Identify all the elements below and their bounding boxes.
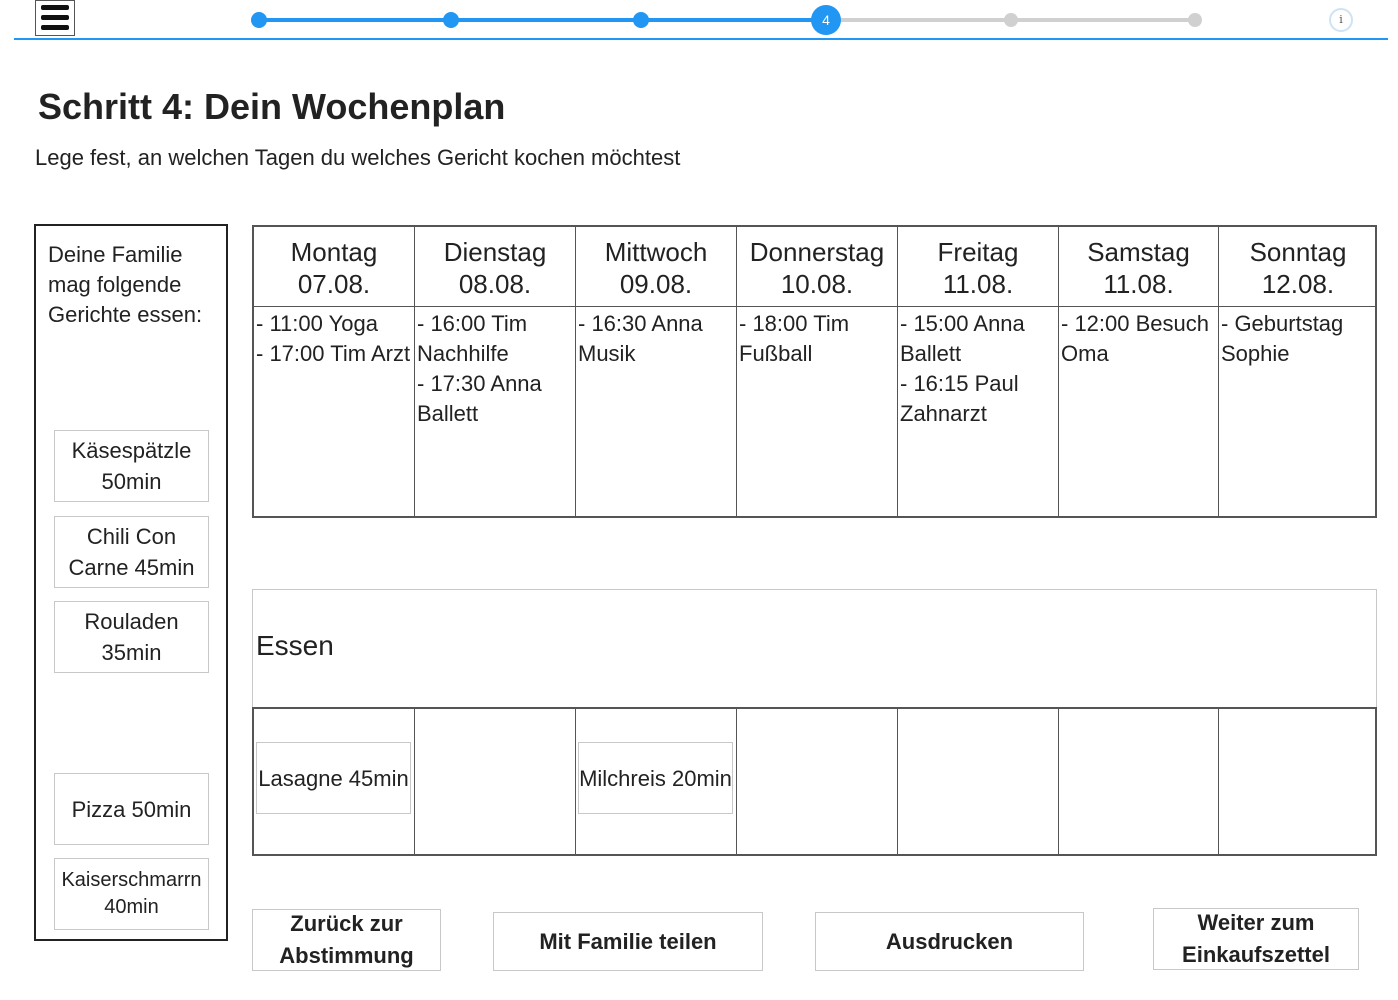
print-button[interactable]: Ausdrucken <box>815 912 1084 971</box>
day-column: Mittwoch 09.08. - 16:30 Anna Musik <box>576 227 737 516</box>
event-item: - 16:30 Anna Musik <box>578 311 703 366</box>
step-dot-3[interactable] <box>633 12 649 28</box>
step-progress: 4 <box>0 0 1398 42</box>
event-item: - 17:00 Tim Arzt <box>256 341 411 366</box>
next-button[interactable]: Weiter zum Einkaufszettel <box>1153 908 1359 970</box>
step-dot-2[interactable] <box>443 12 459 28</box>
day-column: Dienstag 08.08. - 16:00 Tim Nachhilfe - 17:… <box>415 227 576 516</box>
dish-card[interactable]: Chili Con Carne 45min <box>54 516 209 588</box>
day-name: Montag <box>290 237 378 267</box>
event-item: - 15:00 Anna Ballett <box>900 311 1025 366</box>
back-button[interactable]: Zurück zur Abstimmung <box>252 909 441 971</box>
day-name: Dienstag <box>443 237 547 267</box>
day-name: Donnerstag <box>749 237 885 267</box>
day-header: Montag 07.08. <box>254 227 414 307</box>
day-events: - 16:00 Tim Nachhilfe - 17:30 Anna Ballet… <box>417 309 575 429</box>
step-dot-6[interactable] <box>1188 13 1202 27</box>
meal-slot[interactable] <box>737 709 898 854</box>
day-events: - 12:00 Besuch Oma <box>1061 309 1218 369</box>
week-calendar: Montag 07.08. - 11:00 Yoga - 17:00 Tim Arzt… <box>252 225 1377 518</box>
family-dishes-panel: Deine Familie mag folgende Gerichte esse… <box>34 224 228 941</box>
share-button[interactable]: Mit Familie teilen <box>493 912 763 971</box>
event-item: - 18:00 Tim Fußball <box>739 311 850 366</box>
day-date: 08.08. <box>458 269 532 299</box>
dish-card[interactable]: Käsespätzle 50min <box>54 430 209 502</box>
dish-card[interactable]: Rouladen 35min <box>54 601 209 673</box>
day-date: 12.08. <box>1261 269 1335 299</box>
day-events: - 15:00 Anna Ballett - 16:15 Paul Zahnarz… <box>900 309 1058 429</box>
header-divider <box>14 38 1388 40</box>
day-header: Freitag 11.08. <box>898 227 1058 307</box>
day-column: Freitag 11.08. - 15:00 Anna Ballett - 16:15… <box>898 227 1059 516</box>
dish-card[interactable]: Kaiserschmarrn 40min <box>54 858 209 930</box>
day-header: Donnerstag 10.08. <box>737 227 897 307</box>
day-header: Sonntag 12.08. <box>1219 227 1377 307</box>
day-date: 11.08. <box>1103 269 1174 299</box>
step-dot-5[interactable] <box>1004 13 1018 27</box>
day-events: - 11:00 Yoga - 17:00 Tim Arzt <box>256 309 414 369</box>
day-events: - Geburtstag Sophie <box>1221 309 1377 369</box>
day-header: Mittwoch 09.08. <box>576 227 736 307</box>
meal-slot[interactable]: Milchreis 20min <box>576 709 737 854</box>
day-name: Sonntag <box>1249 237 1347 267</box>
day-events: - 18:00 Tim Fußball <box>739 309 897 369</box>
progress-completed-track <box>259 18 826 22</box>
day-name: Freitag <box>937 237 1019 267</box>
day-name: Samstag <box>1087 237 1190 267</box>
meal-slot[interactable]: Lasagne 45min <box>254 709 415 854</box>
dish-card[interactable]: Pizza 50min <box>54 773 209 845</box>
day-name: Mittwoch <box>604 237 708 267</box>
event-item: - Geburtstag Sophie <box>1221 311 1344 366</box>
event-item: - 17:30 Anna Ballett <box>417 371 542 426</box>
meal-slot[interactable] <box>1219 709 1377 854</box>
meal-slot[interactable] <box>1059 709 1219 854</box>
day-header: Samstag 11.08. <box>1059 227 1218 307</box>
day-header: Dienstag 08.08. <box>415 227 575 307</box>
meal-slot[interactable] <box>415 709 576 854</box>
day-column: Samstag 11.08. - 12:00 Besuch Oma <box>1059 227 1219 516</box>
essen-label: Essen <box>256 630 334 661</box>
day-column: Donnerstag 10.08. - 18:00 Tim Fußball <box>737 227 898 516</box>
day-events: - 16:30 Anna Musik <box>578 309 736 369</box>
event-item: - 16:15 Paul Zahnarzt <box>900 371 1019 426</box>
day-date: 09.08. <box>619 269 693 299</box>
event-item: - 12:00 Besuch Oma <box>1061 311 1209 366</box>
day-column: Sonntag 12.08. - Geburtstag Sophie <box>1219 227 1377 516</box>
step-dot-current[interactable]: 4 <box>811 5 841 35</box>
day-date: 07.08. <box>297 269 371 299</box>
event-item: - 16:00 Tim Nachhilfe <box>417 311 528 366</box>
day-date: 11.08. <box>942 269 1014 299</box>
meal-card[interactable]: Lasagne 45min <box>256 742 411 814</box>
meal-card[interactable]: Milchreis 20min <box>578 742 733 814</box>
step-dot-1[interactable] <box>251 12 267 28</box>
event-item: - 11:00 Yoga <box>256 311 378 336</box>
progress-header: 4 i <box>0 0 1398 42</box>
page-title: Schritt 4: Dein Wochenplan <box>38 86 506 127</box>
day-column: Montag 07.08. - 11:00 Yoga - 17:00 Tim Arzt <box>254 227 415 516</box>
page-subtitle: Lege fest, an welchen Tagen du welches G… <box>35 145 681 170</box>
family-heading: Deine Familie mag folgende Gerichte esse… <box>48 242 203 327</box>
essen-section: Essen <box>252 589 1377 708</box>
meal-row: Lasagne 45min Milchreis 20min <box>252 707 1377 856</box>
day-date: 10.08. <box>780 269 854 299</box>
meal-slot[interactable] <box>898 709 1059 854</box>
info-icon[interactable]: i <box>1329 8 1353 32</box>
